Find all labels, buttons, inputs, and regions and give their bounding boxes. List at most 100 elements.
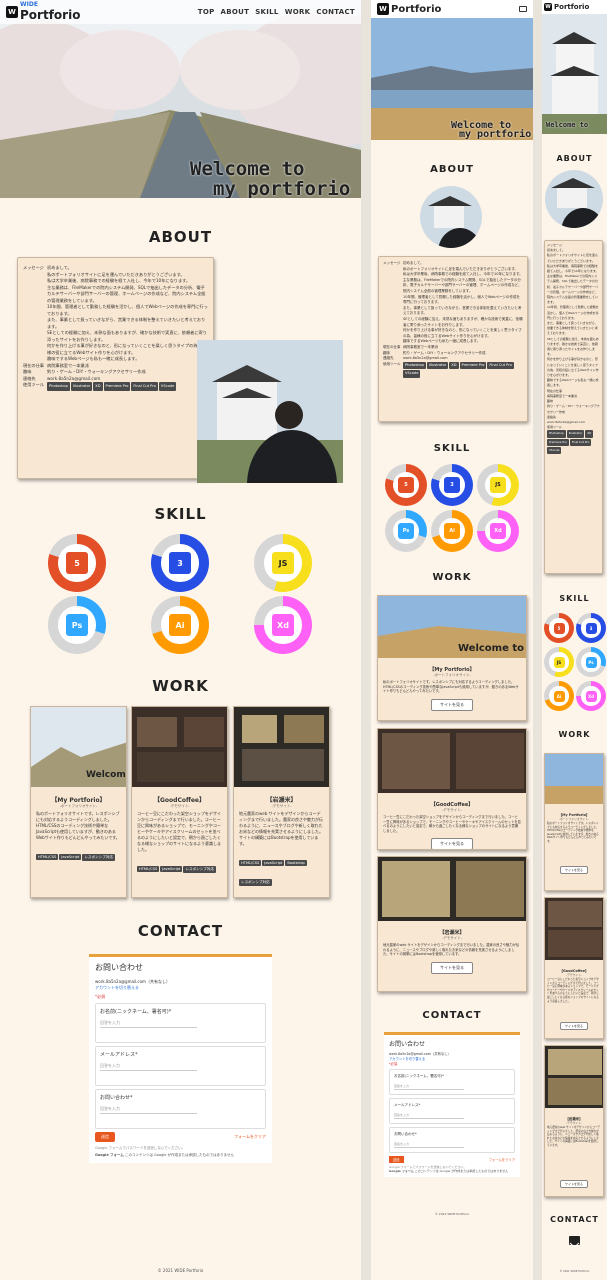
work-thumbnail: Welcome to [378, 596, 526, 658]
work-card-goodcoffee: 【GoodCoffee】 -デモサイト- コーヒー豆にこだわった架空ショップをデ… [131, 706, 228, 898]
field-input[interactable]: 回答を入力 [100, 1020, 197, 1028]
css3-icon-tile: 3 [585, 622, 597, 634]
hero-image: Welcome to [542, 14, 607, 134]
mail-icon[interactable] [569, 1236, 580, 1248]
clear-form-button[interactable]: フォームをクリア [234, 1134, 266, 1140]
switch-account-link[interactable]: アカウントを切り替える [95, 985, 266, 991]
message-line: 私は大学卒業後、病院事務での経験を経て入社し、今年で10年になります。 [47, 278, 191, 283]
contact-form: お問い合わせ work.8a5n2a@gmail.com（共有なし） アカウント… [89, 954, 272, 1163]
field-input[interactable]: 回答を入力 [394, 1142, 464, 1148]
brand-note: このコンテンツは Google が作成または承認したものではありません [414, 1169, 509, 1173]
skill-ring-center: 3 [581, 618, 601, 638]
name-field[interactable]: お名前(ニックネーム、署名可)* 回答を入力 [95, 1003, 266, 1043]
css3-icon: 3 [431, 464, 473, 506]
site-logo[interactable]: W Portforio [544, 3, 589, 11]
tool-chip: Final Cut Pro [487, 361, 514, 370]
about-message: 初めまして。 私のポートフォリオサイトに足を運んでいただきありがとうございます。私… [403, 261, 523, 345]
message-line: 私は大学卒業後、病院事務での経験を経て入社し、今年で10年になります。 [547, 263, 599, 274]
tools-label: 使用ツール [383, 361, 401, 366]
field-label: お問い合わせ* [100, 1095, 133, 1101]
email-field[interactable]: メールアドレス* 回答を入力 [389, 1098, 515, 1124]
contact-form: お問い合わせ work.8a5n2a@gmail.com（共有なし） アカウント… [384, 1032, 520, 1177]
tool-chip: Photoshop [47, 382, 70, 391]
work-thumbnail [378, 729, 526, 793]
email-field[interactable]: メールアドレス* 回答を入力 [95, 1046, 266, 1086]
illustrator-icon-tile: Ai [169, 614, 191, 636]
tag: レスポンシブ対応 [82, 854, 116, 861]
name-field[interactable]: お名前(ニックネーム、署名可)* 回答を入力 [389, 1069, 515, 1095]
js-icon: JS [544, 647, 574, 677]
field-input[interactable]: 回答を入力 [100, 1063, 197, 1071]
google-forms-brand: Google フォーム [389, 1169, 414, 1173]
view-site-button[interactable]: サイトを見る [431, 838, 473, 849]
work-tags: HTML/CSS JavaScript Bootstrap レスポンシブ対応 [234, 849, 329, 887]
work-description: コーヒー豆にこだわった架空ショップをデザインからコーディングまで行いました。コー… [547, 978, 599, 1003]
nav-top[interactable]: TOP [198, 8, 215, 16]
work-title: 【岩瀬米】 [266, 797, 297, 804]
message-line: 10年間、管理者として勤務した経験を活かし、個人でWebページの作成を専門に行っ… [47, 304, 208, 316]
profile-photo [197, 340, 343, 483]
illustrator-icon: Ai [151, 596, 209, 654]
message-line: SEとしての経験に加え、未熟な面もありますが、確かな技術で実直に、依頼者に寄り添… [47, 330, 207, 342]
work-heading: WORK [432, 572, 472, 583]
logo-name: Portforio [554, 3, 590, 11]
work-card-goodcoffee: 【GoodCoffee】 -デモサイト- コーヒー豆にこだわった架空ショップをデ… [377, 728, 527, 850]
field-input[interactable]: 回答を入力 [394, 1084, 464, 1090]
about-message-row: メッセージ 初めまして。 私のポートフォリオサイトに足を運んでいただきありがとう… [23, 265, 208, 363]
view-site-button[interactable]: サイトを見る [431, 961, 473, 974]
tag: レスポンシブ対応 [239, 879, 272, 886]
about-heading: ABOUT [148, 228, 213, 246]
site-logo[interactable]: W WIDE Portforio [6, 2, 80, 22]
nav-contact[interactable]: CONTACT [316, 8, 355, 16]
logo-mark: W [377, 3, 389, 15]
message-field[interactable]: お問い合わせ* 回答を入力 [95, 1089, 266, 1129]
work-description: 私のポートフォリオサイトです。レスポンシブにも対応するようコーディングしました。… [383, 680, 519, 694]
avatar-photo [428, 196, 482, 248]
tool-chip: Photoshop [403, 361, 426, 370]
hero-title-line1: Welcome to [190, 158, 305, 180]
nav-skill[interactable]: SKILL [255, 8, 279, 16]
tool-chip: Premiere Pro [103, 382, 131, 391]
work-thumbnail [545, 754, 603, 804]
work-heading: WORK [558, 730, 591, 739]
work-description: 私のポートフォリオサイトです。レスポンシブにも対応するようコーディングしました。… [36, 811, 120, 840]
illustrator-icon: Ai [431, 510, 473, 552]
tool-chip: Premiere Pro [547, 438, 569, 446]
main-nav: TOP ABOUT SKILL WORK CONTACT [198, 8, 355, 16]
css3-icon-tile: 3 [444, 477, 460, 493]
work-description: コーヒー豆にこだわった架空ショップをデザインからコーディングまで行いました。コー… [383, 815, 521, 833]
site-logo[interactable]: W Portforio [377, 3, 441, 15]
site-header: W Portforio [542, 0, 607, 14]
skill-ring-center: Ai [549, 686, 569, 706]
tag: JavaScript [262, 860, 285, 866]
menu-icon[interactable] [519, 6, 527, 12]
skill-ring-center: 5 [58, 544, 96, 582]
site-header: W Portforio [371, 0, 533, 18]
view-site-button[interactable]: サイトを見る [431, 698, 473, 711]
view-site-button[interactable]: サイトを見る [559, 866, 588, 874]
message-field[interactable]: お問い合わせ* 回答を入力 [389, 1127, 515, 1153]
work-tags: HTML/CSS JavaScript レスポンシブ対応 [31, 843, 126, 862]
tool-chip: Illustrator [566, 430, 585, 438]
nav-work[interactable]: WORK [285, 8, 311, 16]
view-site-button[interactable]: サイトを見る [559, 1022, 588, 1030]
js-icon-tile: JS [490, 477, 506, 493]
submit-button[interactable]: 送信 [389, 1156, 404, 1163]
field-input[interactable]: 回答を入力 [394, 1113, 464, 1119]
hero-title-line2: my portforio [459, 129, 532, 140]
message-line: 私は大学卒業後、病院事務での経験を経て入社し、今年で10年になります。 [403, 272, 523, 277]
message-line: 10年間、管理者として勤務した経験を活かし、個人でWebページの作成を専門に行っ… [403, 294, 520, 305]
field-input[interactable]: 回答を入力 [100, 1106, 197, 1114]
tool-chip: Final Cut Pro [569, 438, 592, 446]
required-note: *必須 [95, 994, 105, 999]
work-card-portforio: 【My Portforio】 -ポートフォリオサイト- 私のポートフォリオサイト… [544, 753, 604, 891]
view-site-button[interactable]: サイトを見る [559, 1180, 588, 1188]
clear-form-button[interactable]: フォームをクリア [489, 1157, 515, 1162]
about-heading: ABOUT [556, 154, 593, 163]
html5-icon: 5 [48, 534, 106, 592]
skill-ring-center: 3 [161, 544, 199, 582]
xd-icon-tile: Xd [585, 690, 597, 702]
nav-about[interactable]: ABOUT [221, 8, 250, 16]
submit-button[interactable]: 送信 [95, 1132, 115, 1142]
avatar [545, 170, 603, 228]
